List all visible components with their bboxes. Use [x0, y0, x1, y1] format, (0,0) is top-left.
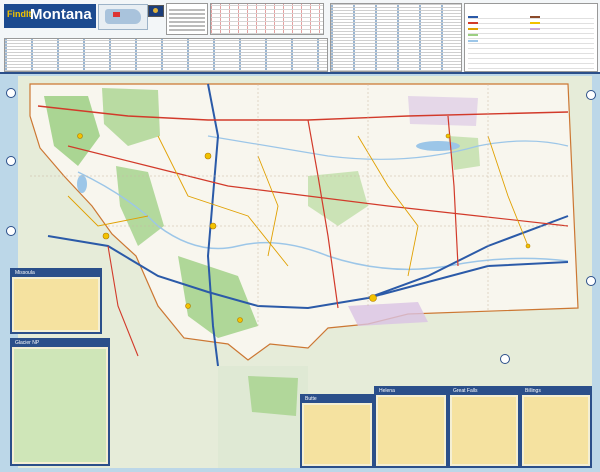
city-dot-icon	[525, 243, 531, 249]
inset-map	[304, 405, 370, 464]
us-outline-shape	[105, 9, 141, 24]
flag-seal	[153, 8, 158, 13]
city-dot-icon	[209, 222, 217, 230]
city-dot-icon	[102, 232, 110, 240]
legend-interstate-swatch	[468, 16, 478, 18]
brand-banner: FindIt Montana	[4, 4, 96, 28]
brand-state-title: Montana	[30, 6, 92, 23]
city-dot-icon	[204, 152, 212, 160]
inset-map	[378, 397, 444, 464]
inset-billings[interactable]: Billings	[520, 386, 592, 468]
inset-title: Helena	[376, 388, 446, 395]
mileage-chart	[210, 3, 324, 35]
legend-reservation-swatch	[530, 28, 540, 30]
legend-railroad-swatch	[530, 16, 540, 18]
legend-forest-swatch	[468, 34, 478, 36]
city-dot-icon	[445, 133, 451, 139]
inset-title: Billings	[522, 388, 590, 395]
legend-state-road-swatch	[468, 28, 478, 30]
inset-map	[14, 349, 106, 462]
compass-rose-icon	[586, 90, 596, 100]
legend-items	[468, 14, 594, 69]
city-dot-icon	[185, 303, 191, 309]
inset-map	[452, 397, 516, 464]
compass-rose-icon	[6, 156, 16, 166]
inset-missoula[interactable]: Missoula	[10, 268, 102, 334]
compass-rose-icon	[6, 88, 16, 98]
inset-title: Glacier NP	[12, 340, 108, 347]
inset-title: Missoula	[12, 270, 100, 277]
legend-water-swatch	[468, 40, 478, 42]
flag-icon	[148, 5, 164, 17]
inset-helena[interactable]: Helena	[374, 386, 448, 468]
map-poster: FindIt Montana Missoula Glacier NP Butte…	[0, 0, 600, 472]
city-index-table	[4, 38, 328, 72]
us-locator-map	[98, 4, 148, 30]
inset-map	[14, 279, 98, 330]
city-dot-icon	[77, 133, 83, 139]
main-map[interactable]: Missoula Glacier NP Butte Helena Great F…	[6, 76, 596, 468]
inset-great-falls[interactable]: Great Falls	[448, 386, 520, 468]
state-facts-box	[166, 3, 208, 35]
legend-us-highway-swatch	[468, 22, 478, 24]
inset-title: Butte	[302, 396, 372, 403]
inset-map	[524, 397, 588, 464]
compass-rose-icon	[586, 276, 596, 286]
compass-rose-icon	[500, 354, 510, 364]
city-dot-icon	[369, 294, 377, 302]
inset-glacier[interactable]: Glacier NP	[10, 338, 110, 466]
brand-findit: FindIt	[7, 9, 32, 19]
header-panel: FindIt Montana	[0, 0, 600, 74]
legend-urban-swatch	[530, 22, 540, 24]
city-index-table-continued	[330, 3, 462, 72]
montana-locator-marker	[113, 12, 120, 17]
map-legend	[464, 3, 598, 72]
compass-rose-icon	[6, 226, 16, 236]
inset-butte[interactable]: Butte	[300, 394, 374, 468]
inset-title: Great Falls	[450, 388, 518, 395]
city-dot-icon	[237, 317, 243, 323]
